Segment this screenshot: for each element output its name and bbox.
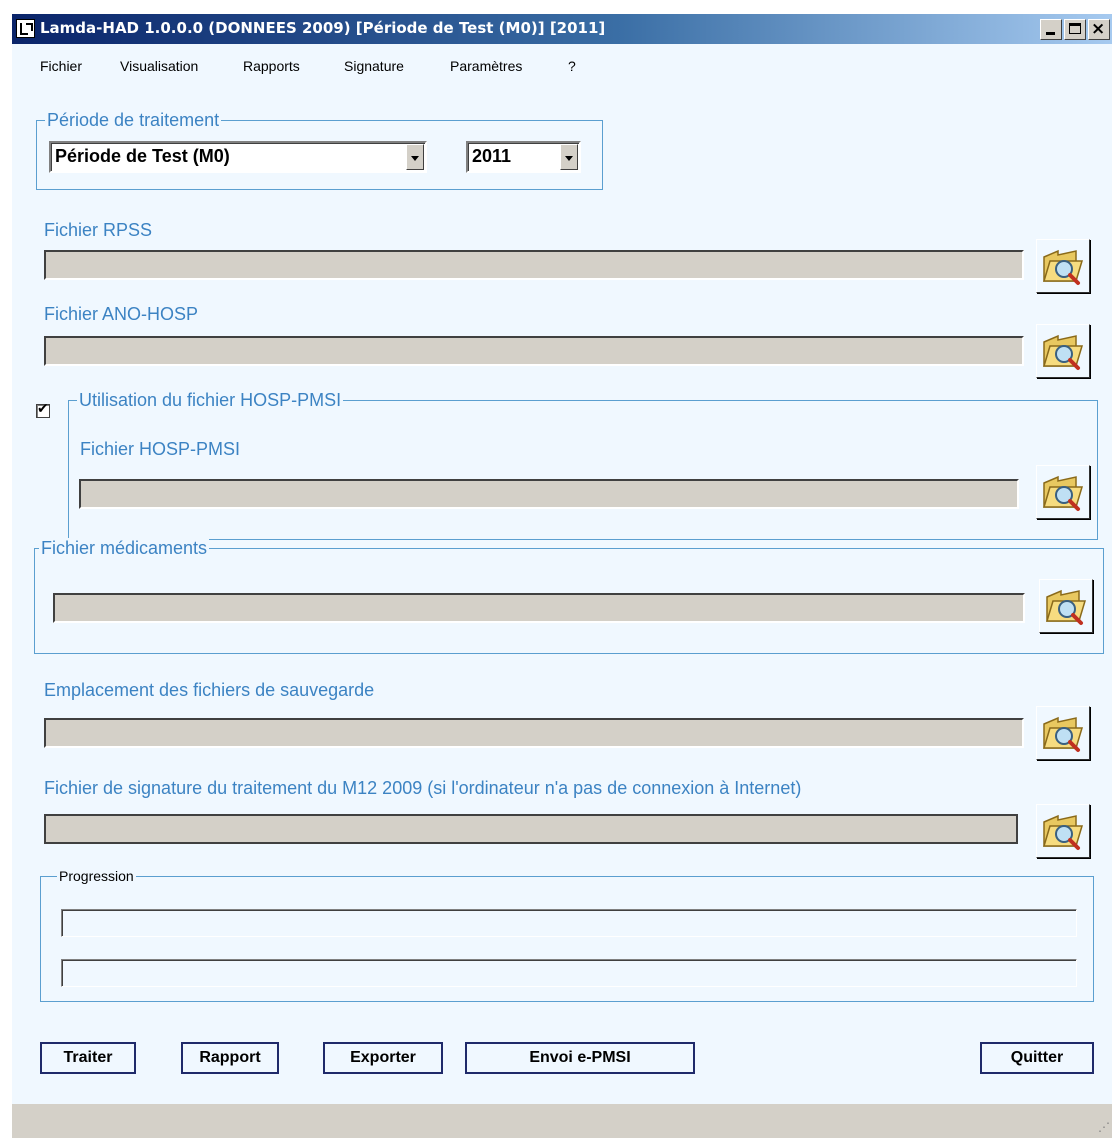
menu-help[interactable]: ?	[568, 58, 576, 74]
medicaments-browse-button[interactable]	[1039, 579, 1093, 633]
period-select[interactable]: Période de Test (M0)	[49, 141, 427, 173]
folder-search-icon	[1042, 249, 1084, 285]
medicaments-frame: Fichier médicaments	[34, 538, 1104, 654]
minimize-button[interactable]	[1040, 19, 1062, 40]
menu-parametres[interactable]: Paramètres	[450, 58, 522, 74]
periode-frame: Période de traitement Période de Test (M…	[36, 110, 603, 190]
envoi-epmsi-button[interactable]: Envoi e-PMSI	[465, 1042, 695, 1074]
title-bar[interactable]: Lamda-HAD 1.0.0.0 (DONNEES 2009) [Périod…	[12, 14, 1112, 44]
menu-signature[interactable]: Signature	[344, 58, 404, 74]
minimize-icon	[1046, 32, 1055, 35]
hosp-pmsi-legend: Utilisation du fichier HOSP-PMSI	[77, 390, 344, 411]
signature-label: Fichier de signature du traitement du M1…	[44, 778, 802, 798]
exporter-button[interactable]: Exporter	[323, 1042, 443, 1074]
close-icon: ×	[1091, 19, 1106, 39]
year-select[interactable]: 2011	[466, 141, 581, 173]
status-bar: ⋰	[12, 1104, 1112, 1138]
menu-fichier[interactable]: Fichier	[40, 58, 82, 74]
medicaments-legend: Fichier médicaments	[39, 538, 210, 559]
close-button[interactable]: ×	[1088, 19, 1110, 40]
sauvegarde-browse-button[interactable]	[1036, 706, 1090, 760]
hosp-pmsi-path-input[interactable]	[79, 479, 1019, 509]
maximize-button[interactable]	[1064, 19, 1086, 40]
hosp-pmsi-frame: Utilisation du fichier HOSP-PMSI Fichier…	[68, 390, 1098, 540]
sauvegarde-path-input[interactable]	[44, 718, 1024, 748]
progression-frame: Progression	[40, 868, 1094, 1002]
window-title: Lamda-HAD 1.0.0.0 (DONNEES 2009) [Périod…	[40, 19, 606, 37]
folder-search-icon	[1042, 334, 1084, 370]
quitter-button[interactable]: Quitter	[980, 1042, 1094, 1074]
year-select-value: 2011	[472, 146, 512, 166]
maximize-icon	[1069, 23, 1081, 34]
chevron-down-icon[interactable]	[406, 144, 424, 170]
sauvegarde-label: Emplacement des fichiers de sauvegarde	[44, 680, 375, 700]
hosp-pmsi-label: Fichier HOSP-PMSI	[80, 439, 241, 459]
traiter-button[interactable]: Traiter	[40, 1042, 136, 1074]
ano-hosp-browse-button[interactable]	[1036, 324, 1090, 378]
signature-browse-button[interactable]	[1036, 804, 1090, 858]
folder-search-icon	[1042, 716, 1084, 752]
progression-legend: Progression	[57, 868, 136, 884]
menu-rapports[interactable]: Rapports	[243, 58, 300, 74]
medicaments-path-input[interactable]	[53, 593, 1025, 623]
progress-bar-1	[61, 909, 1077, 937]
app-icon[interactable]	[16, 19, 35, 38]
signature-path-input[interactable]	[44, 814, 1018, 844]
folder-search-icon	[1042, 814, 1084, 850]
rpss-label: Fichier RPSS	[44, 220, 153, 240]
period-select-value: Période de Test (M0)	[55, 146, 230, 166]
periode-legend: Période de traitement	[45, 110, 222, 131]
rpss-path-input[interactable]	[44, 250, 1024, 280]
progress-bar-2	[61, 959, 1077, 987]
ano-hosp-label: Fichier ANO-HOSP	[44, 304, 199, 324]
checkmark-icon: ✔	[37, 401, 49, 417]
hosp-pmsi-checkbox[interactable]: ✔	[36, 401, 50, 418]
rapport-button[interactable]: Rapport	[181, 1042, 279, 1074]
menu-visualisation[interactable]: Visualisation	[120, 58, 198, 74]
main-window: Lamda-HAD 1.0.0.0 (DONNEES 2009) [Périod…	[12, 14, 1112, 1138]
rpss-browse-button[interactable]	[1036, 239, 1090, 293]
hosp-pmsi-browse-button[interactable]	[1036, 465, 1090, 519]
menu-bar: Fichier Visualisation Rapports Signature…	[12, 50, 1112, 84]
folder-search-icon	[1045, 589, 1087, 625]
folder-search-icon	[1042, 475, 1084, 511]
ano-hosp-path-input[interactable]	[44, 336, 1024, 366]
resize-grip-icon[interactable]: ⋰	[1098, 1120, 1110, 1134]
chevron-down-icon[interactable]	[560, 144, 578, 170]
